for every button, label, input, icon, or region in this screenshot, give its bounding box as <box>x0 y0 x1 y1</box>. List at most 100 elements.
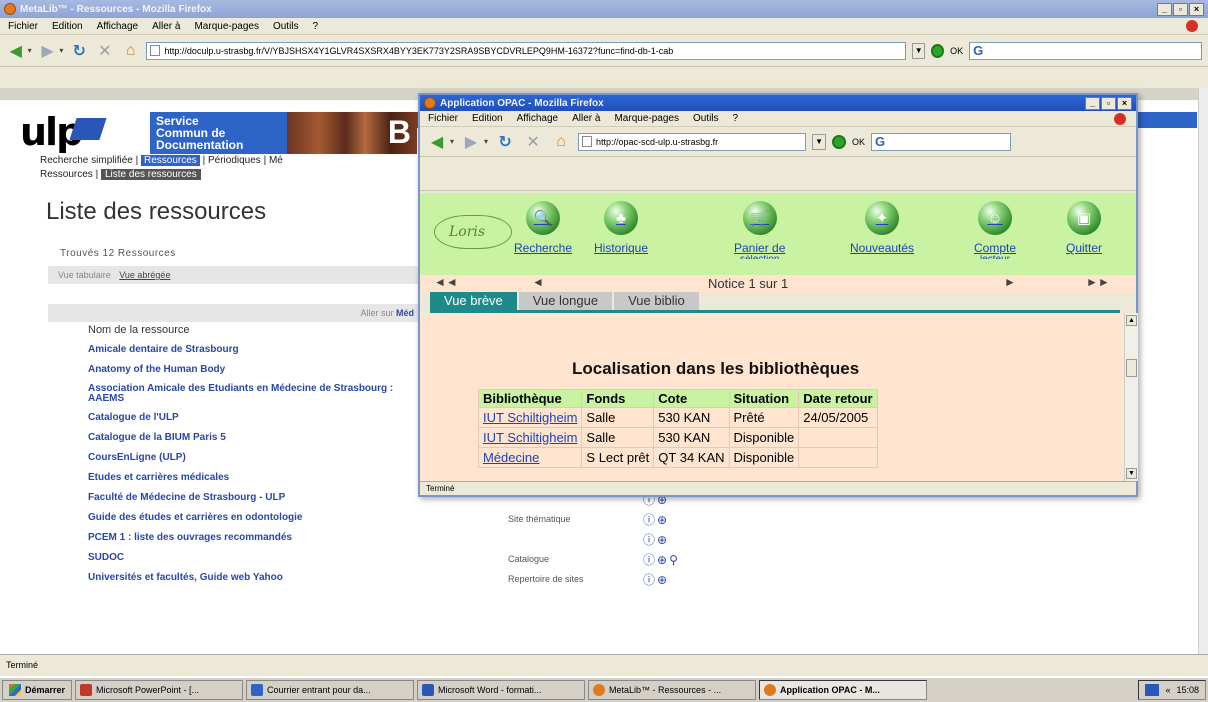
resource-link[interactable]: Association Amicale des Etudiants en Méd… <box>88 384 418 404</box>
first-record-icon[interactable]: ◄◄ <box>434 275 458 289</box>
info-add-icon[interactable]: ⓘ⊕ <box>643 531 669 548</box>
info-add-icon[interactable]: ⓘ⊕ <box>643 571 669 588</box>
stop-icon[interactable]: ✕ <box>522 131 544 153</box>
home-icon[interactable]: ⌂ <box>550 131 572 153</box>
nav-ressources[interactable]: Ressources <box>141 155 200 166</box>
go-icon[interactable] <box>832 134 847 149</box>
menu-fichier[interactable]: Fichier <box>8 21 38 32</box>
menu-marque-pages[interactable]: Marque-pages <box>194 21 258 32</box>
tab-vue-biblio[interactable]: Vue biblio <box>614 292 699 310</box>
main-url-bar[interactable]: http://doculp.u-strasbg.fr/V/YBJSHSX4Y1G… <box>146 41 907 60</box>
tray-app-icon[interactable] <box>1145 684 1160 696</box>
go-icon[interactable] <box>931 43 945 58</box>
nav-periodiques[interactable]: Périodiques <box>208 155 261 166</box>
resource-link[interactable]: Etudes et carrières médicales <box>88 472 418 483</box>
resource-link[interactable]: Anatomy of the Human Body <box>88 364 418 375</box>
nouveautes-button[interactable]: ✦ Nouveautés <box>850 201 914 255</box>
menu-affichage[interactable]: Affichage <box>97 21 139 32</box>
subnav-liste-ressources[interactable]: Liste des ressources <box>100 169 201 180</box>
task-courrier[interactable]: Courrier entrant pour da... <box>246 680 415 700</box>
task-opac[interactable]: Application OPAC - M... <box>759 680 928 700</box>
forward-arrow-icon[interactable]: ▶ <box>460 131 482 153</box>
back-dropdown-icon[interactable]: ▾ <box>28 46 32 55</box>
menu-help[interactable]: ? <box>313 21 319 32</box>
tab-vue-longue[interactable]: Vue longue <box>518 292 613 310</box>
reload-icon[interactable]: ↻ <box>69 40 89 62</box>
subnav-ressources[interactable]: Ressources <box>40 169 93 180</box>
panier-button[interactable]: 🛒 Panier de sélection <box>734 201 785 259</box>
back-dropdown-icon[interactable]: ▾ <box>450 137 454 146</box>
resource-link[interactable]: Amicale dentaire de Strasbourg <box>88 344 418 355</box>
menu-outils[interactable]: Outils <box>693 113 719 124</box>
ulp-logo[interactable]: ulp <box>20 112 107 152</box>
library-link[interactable]: IUT Schiltigheim <box>477 407 583 428</box>
resource-link[interactable]: Guide des études et carrières en odontol… <box>88 512 418 523</box>
previous-record-icon[interactable]: ◄ <box>532 275 544 289</box>
library-link[interactable]: Médecine <box>477 447 583 468</box>
popup-search-box[interactable]: G <box>871 132 1012 151</box>
menu-edition[interactable]: Edition <box>52 21 83 32</box>
menu-fichier[interactable]: Fichier <box>428 113 458 124</box>
popup-minimize-button[interactable]: _ <box>1085 96 1100 110</box>
scroll-up-icon[interactable]: ▲ <box>1126 315 1137 326</box>
back-arrow-icon[interactable]: ◀ <box>6 40 26 62</box>
reload-icon[interactable]: ↻ <box>494 131 516 153</box>
resource-link[interactable]: SUDOC <box>88 552 418 563</box>
tab-vue-breve[interactable]: Vue brève <box>430 292 517 310</box>
maximize-button[interactable]: ▫ <box>1173 2 1188 16</box>
view-tabular-link[interactable]: Vue tabulaire <box>58 270 111 280</box>
url-dropdown-button[interactable]: ▼ <box>812 133 827 150</box>
aller-target-link[interactable]: Méd <box>396 308 414 318</box>
library-link[interactable]: IUT Schiltigheim <box>477 427 583 448</box>
main-scrollbar[interactable] <box>1198 88 1208 654</box>
forward-dropdown-icon[interactable]: ▾ <box>59 46 63 55</box>
resource-link[interactable]: Catalogue de l'ULP <box>88 412 418 423</box>
menu-aller[interactable]: Aller à <box>152 21 180 32</box>
forward-arrow-icon[interactable]: ▶ <box>38 40 58 62</box>
scroll-down-icon[interactable]: ▼ <box>1126 468 1137 479</box>
quitter-button[interactable]: ▣ Quitter <box>1066 201 1102 255</box>
popup-url-bar[interactable]: http://opac-scd-ulp.u-strasbg.fr <box>578 132 807 151</box>
task-powerpoint[interactable]: Microsoft PowerPoint - [... <box>75 680 244 700</box>
resource-link[interactable]: PCEM 1 : liste des ouvrages recommandés <box>88 532 418 543</box>
resource-link[interactable]: CoursEnLigne (ULP) <box>88 452 418 463</box>
info-add-icon[interactable]: ⓘ⊕ <box>643 511 669 528</box>
resource-link[interactable]: Faculté de Médecine de Strasbourg - ULP <box>88 492 418 503</box>
url-dropdown-button[interactable]: ▼ <box>912 42 926 59</box>
resource-link[interactable]: Catalogue de la BIUM Paris 5 <box>88 432 418 443</box>
popup-close-button[interactable]: × <box>1117 96 1132 110</box>
recherche-button[interactable]: 🔍 Recherche <box>514 201 572 255</box>
minimize-button[interactable]: _ <box>1157 2 1172 16</box>
home-icon[interactable]: ⌂ <box>121 40 141 62</box>
forward-dropdown-icon[interactable]: ▾ <box>484 137 488 146</box>
start-button[interactable]: Démarrer <box>2 680 73 700</box>
next-record-icon[interactable]: ► <box>1004 275 1016 289</box>
historique-button[interactable]: ♣ Historique <box>594 201 648 255</box>
ok-label[interactable]: OK <box>852 137 865 147</box>
close-button[interactable]: × <box>1189 2 1204 16</box>
nav-me[interactable]: Mé <box>269 155 283 166</box>
language-indicator[interactable]: « <box>1165 685 1170 695</box>
view-short-link[interactable]: Vue abrégée <box>119 270 170 280</box>
menu-affichage[interactable]: Affichage <box>517 113 559 124</box>
stop-icon[interactable]: ✕ <box>95 40 115 62</box>
menu-aller[interactable]: Aller à <box>572 113 600 124</box>
popup-scrollbar[interactable]: ▲ ▼ <box>1124 313 1138 481</box>
last-record-icon[interactable]: ►► <box>1086 275 1110 289</box>
task-metalib[interactable]: MetaLib™ - Ressources - ... <box>588 680 757 700</box>
popup-maximize-button[interactable]: ▫ <box>1101 96 1116 110</box>
compte-lecteur-button[interactable]: ☺ Compte lecteur <box>974 201 1016 259</box>
resource-link[interactable]: Universités et facultés, Guide web Yahoo <box>88 572 418 583</box>
search-icon[interactable]: ⚲ <box>669 553 680 567</box>
task-word[interactable]: Microsoft Word - formati... <box>417 680 586 700</box>
menu-help[interactable]: ? <box>733 113 739 124</box>
menu-marque-pages[interactable]: Marque-pages <box>614 113 678 124</box>
ok-label[interactable]: OK <box>950 46 963 56</box>
scroll-thumb[interactable] <box>1126 359 1137 377</box>
menu-outils[interactable]: Outils <box>273 21 299 32</box>
main-search-box[interactable]: G <box>969 41 1203 60</box>
nav-recherche-simplifiee[interactable]: Recherche simplifiée <box>40 155 133 166</box>
menu-edition[interactable]: Edition <box>472 113 503 124</box>
back-arrow-icon[interactable]: ◀ <box>426 131 448 153</box>
info-add-icon[interactable]: ⓘ⊕⚲ <box>643 551 680 568</box>
